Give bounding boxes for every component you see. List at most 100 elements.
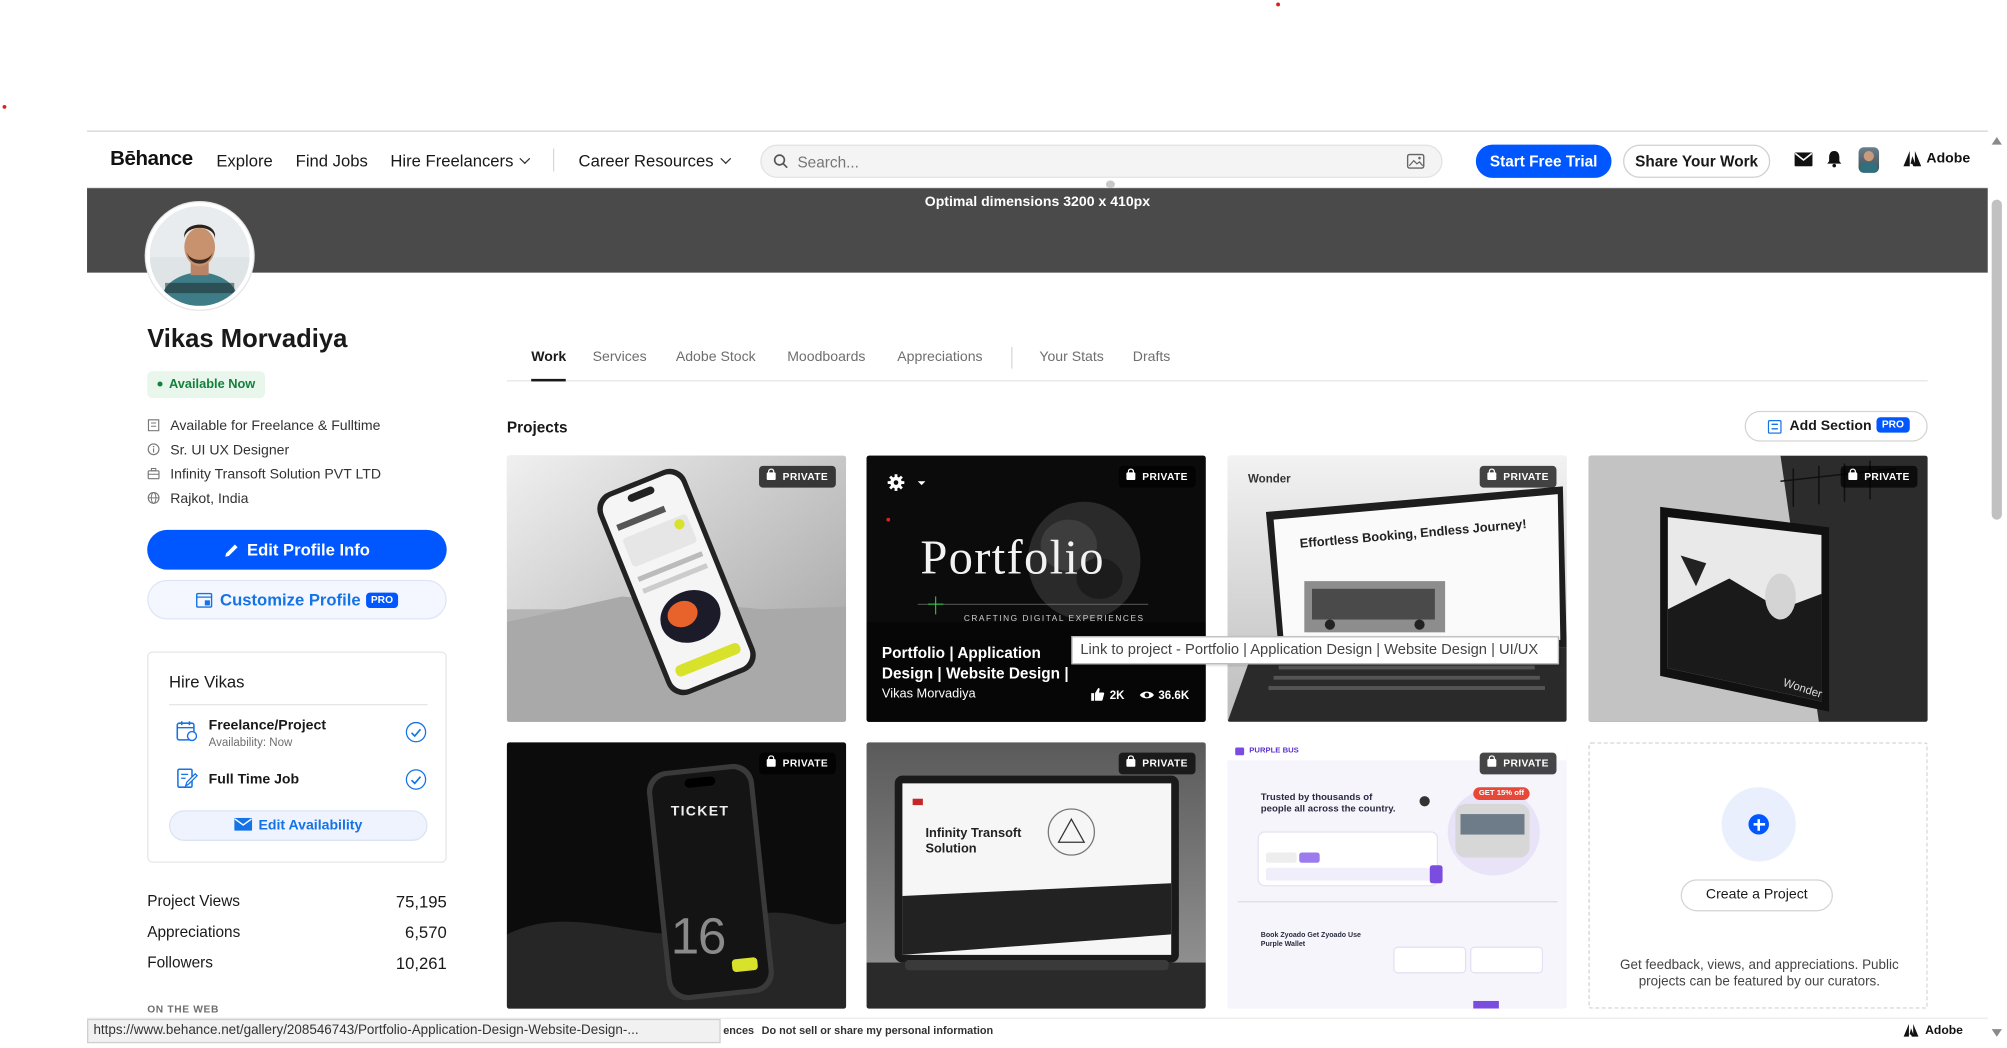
start-free-trial-button[interactable]: Start Free Trial: [1475, 144, 1612, 178]
nav-career-resources-label: Career Resources: [578, 151, 714, 171]
nav-explore[interactable]: Explore: [216, 151, 272, 170]
ticket-text: TICKET: [670, 803, 730, 820]
nav-find-jobs[interactable]: Find Jobs: [296, 151, 368, 170]
scroll-thumb[interactable]: [1991, 199, 2002, 520]
create-project-circle[interactable]: [1721, 787, 1796, 862]
featured-project-likes: 2K: [1109, 688, 1125, 702]
lock-icon: [1126, 468, 1136, 480]
project-thumbnail: [1227, 455, 1567, 722]
profile-avatar[interactable]: [145, 202, 254, 310]
featured-project-title[interactable]: Portfolio | Application Design | Website…: [882, 643, 1087, 684]
eye-icon: [1139, 691, 1154, 699]
freelance-check[interactable]: [405, 721, 427, 743]
fulltime-check[interactable]: [405, 769, 427, 790]
bell-icon[interactable]: [1827, 150, 1842, 168]
profile-banner[interactable]: Optimal dimensions 3200 x 410px: [87, 180, 1988, 273]
mail-icon[interactable]: [1794, 152, 1813, 167]
project-card[interactable]: PRIVATE: [506, 455, 847, 722]
adobe-logo-icon[interactable]: [1903, 151, 1922, 167]
info-availability: Available for Freelance & Fulltime: [147, 417, 381, 434]
nav-hire-freelancers[interactable]: Hire Freelancers: [390, 151, 531, 170]
create-project-button[interactable]: Create a Project: [1680, 879, 1833, 912]
stat-value: 75,195: [395, 892, 447, 912]
chevron-down-icon: [719, 153, 731, 165]
page: Bēhance Explore Find Jobs Hire Freelance…: [0, 0, 2007, 1048]
red-marker: [2, 104, 7, 109]
portfolio-art-title: Portfolio: [920, 531, 1105, 585]
briefcase-icon: [147, 467, 160, 480]
tab-your-stats[interactable]: Your Stats: [1039, 349, 1103, 364]
profile-photo: [149, 206, 250, 306]
image-search-icon[interactable]: [1406, 153, 1425, 169]
stat-label: Appreciations: [147, 922, 241, 941]
private-badge: PRIVATE: [1841, 465, 1918, 488]
tab-work[interactable]: Work: [531, 349, 566, 364]
adobe-link[interactable]: Adobe: [1926, 151, 1970, 166]
lock-icon: [1487, 468, 1497, 480]
profile-tabs: Work Services Adobe Stock Moodboards App…: [506, 343, 1928, 382]
stat-value: 6,570: [405, 922, 447, 943]
private-label: PRIVATE: [1864, 471, 1910, 483]
search-input[interactable]: Search...: [797, 154, 858, 172]
adobe-logo-icon: [1903, 1024, 1919, 1037]
add-section-button[interactable]: Add Section PRO: [1744, 410, 1928, 442]
user-avatar[interactable]: [1858, 147, 1880, 173]
featured-project-author[interactable]: Vikas Morvadiya: [882, 687, 976, 701]
purple-offer: GET 15% off: [1473, 787, 1530, 800]
share-your-work-button[interactable]: Share Your Work: [1623, 144, 1771, 178]
browser-status-url: https://www.behance.net/gallery/20854674…: [87, 1018, 721, 1044]
lock-icon: [1126, 755, 1136, 767]
project-card[interactable]: TICKET 16 PRIVATE: [506, 742, 847, 1009]
behance-logo[interactable]: Bēhance: [110, 148, 193, 171]
page-scrollbar[interactable]: [1987, 131, 2007, 1048]
tab-moodboards[interactable]: Moodboards: [787, 349, 865, 364]
scroll-up-arrow[interactable]: [1991, 136, 2002, 145]
stat-followers: Followers 10,261: [147, 953, 447, 973]
search-bar[interactable]: Search...: [760, 144, 1443, 178]
featured-project-views: 36.6K: [1158, 688, 1190, 702]
project-card[interactable]: Wonder PRIVATE: [1588, 455, 1928, 722]
projects-heading: Projects: [506, 418, 568, 437]
nav-career-resources[interactable]: Career Resources: [578, 151, 731, 171]
private-label: PRIVATE: [782, 471, 829, 483]
project-thumbnail: [1227, 742, 1567, 1009]
project-card[interactable]: Infinity Transoft Solution PRIVATE: [866, 742, 1206, 1009]
private-label: PRIVATE: [1503, 471, 1549, 483]
info-role: Sr. UI UX Designer: [147, 442, 289, 458]
portfolio-art-subtitle: CRAFTING DIGITAL EXPERIENCES: [963, 614, 1145, 624]
plus-icon: [1748, 814, 1769, 835]
private-label: PRIVATE: [1503, 757, 1549, 770]
tab-services[interactable]: Services: [593, 349, 647, 364]
fulltime-job-icon: [177, 768, 199, 788]
purple-wallet: Book Zyoado Get Zyoado Use Purple Wallet: [1260, 931, 1361, 949]
edit-profile-button[interactable]: Edit Profile Info: [147, 529, 447, 570]
project-thumbnail: [506, 742, 847, 1009]
private-badge: PRIVATE: [759, 752, 836, 775]
customize-profile-button[interactable]: Customize Profile PRO: [147, 579, 447, 620]
scroll-down-arrow[interactable]: [1991, 1029, 2002, 1037]
stat-value: 10,261: [395, 953, 447, 973]
big-number: 16: [670, 908, 727, 966]
settings-menu[interactable]: [887, 474, 926, 492]
project-thumbnail: [506, 455, 847, 722]
viewport: Bēhance Explore Find Jobs Hire Freelance…: [0, 0, 2007, 1048]
red-marker: [1276, 2, 1280, 7]
tab-adobe-stock[interactable]: Adobe Stock: [676, 349, 756, 364]
project-card[interactable]: Wonder Effortless Booking, Endless Journ…: [1227, 455, 1567, 722]
do-not-sell-link[interactable]: Do not sell or share my personal informa…: [762, 1024, 994, 1037]
edit-availability-button[interactable]: Edit Availability: [168, 810, 428, 841]
footer-adobe-link[interactable]: Adobe: [1925, 1024, 1963, 1038]
nav-divider: [552, 148, 555, 172]
project-card-featured[interactable]: Portfolio CRAFTING DIGITAL EXPERIENCES P…: [866, 455, 1206, 722]
active-tab-indicator: [531, 378, 566, 382]
globe-icon: [147, 491, 160, 504]
private-badge: PRIVATE: [1480, 752, 1557, 775]
footer-preferences-link[interactable]: ences: [723, 1024, 754, 1037]
tab-appreciations[interactable]: Appreciations: [897, 349, 982, 364]
pro-badge: PRO: [365, 592, 399, 608]
create-project-card[interactable]: Create a Project Get feedback, views, an…: [1588, 742, 1928, 1009]
tab-drafts[interactable]: Drafts: [1133, 349, 1171, 364]
create-project-description: Get feedback, views, and appreciations. …: [1620, 957, 1899, 990]
project-card[interactable]: PURPLE BUS Trusted by thousands of peopl…: [1227, 742, 1567, 1009]
add-section-label: Add Section: [1789, 418, 1872, 434]
